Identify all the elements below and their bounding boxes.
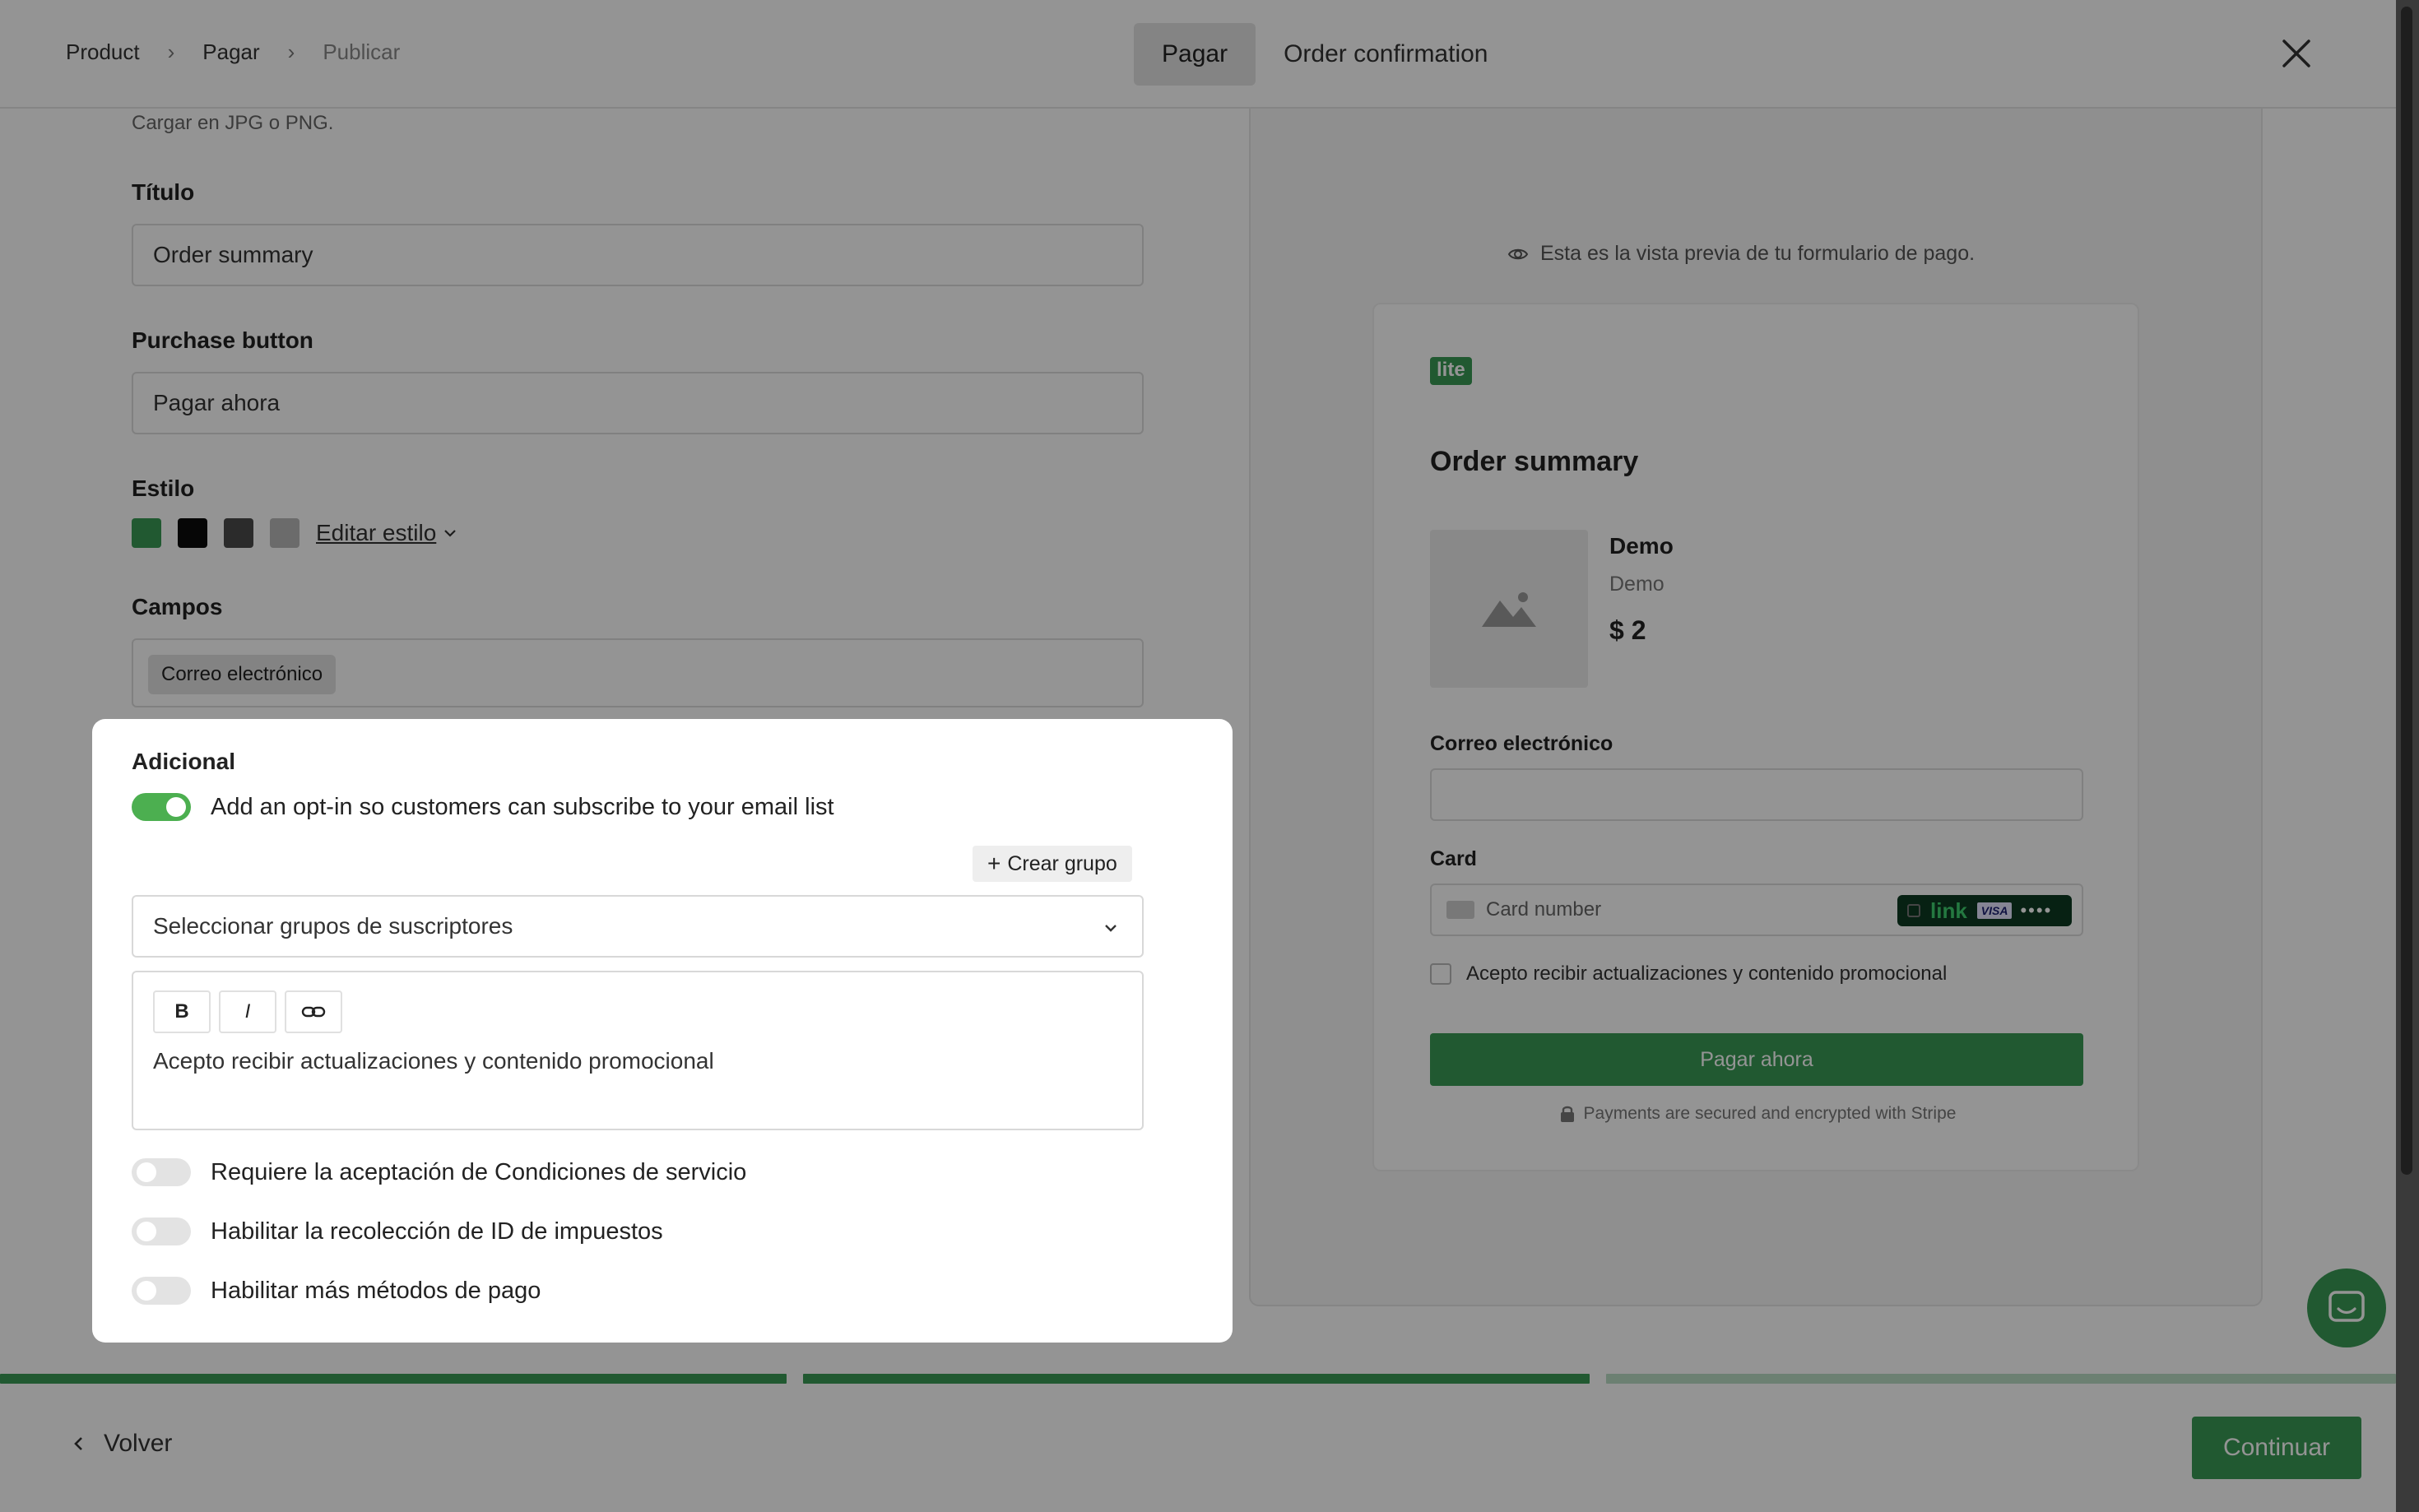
italic-button[interactable]: I	[219, 990, 276, 1033]
optin-toggle[interactable]	[132, 793, 191, 821]
toggle-knob	[137, 1222, 156, 1241]
payment-methods-label: Habilitar más métodos de pago	[211, 1277, 541, 1304]
link-button[interactable]	[285, 990, 342, 1033]
plus-icon: +	[987, 851, 1001, 876]
toggle-knob	[137, 1162, 156, 1182]
editor-toolbar: B I	[153, 990, 351, 1033]
create-group-button[interactable]: + Crear grupo	[973, 846, 1132, 882]
link-icon	[301, 1006, 326, 1018]
subscriber-groups-select[interactable]: Seleccionar grupos de suscriptores	[132, 895, 1144, 958]
tax-id-row: Habilitar la recolección de ID de impues…	[132, 1217, 663, 1245]
tax-id-label: Habilitar la recolección de ID de impues…	[211, 1217, 663, 1245]
tos-row: Requiere la aceptación de Condiciones de…	[132, 1158, 746, 1186]
tax-id-toggle[interactable]	[132, 1217, 191, 1245]
tos-toggle[interactable]	[132, 1158, 191, 1186]
additional-title: Adicional	[132, 749, 236, 774]
scrollbar-thumb[interactable]	[2401, 7, 2412, 1175]
toggle-knob	[137, 1281, 156, 1301]
optin-editor-text[interactable]: Acepto recibir actualizaciones y conteni…	[153, 1048, 714, 1074]
tos-label: Requiere la aceptación de Condiciones de…	[211, 1158, 747, 1185]
payment-methods-toggle[interactable]	[132, 1277, 191, 1305]
subscriber-groups-placeholder: Seleccionar grupos de suscriptores	[153, 913, 513, 939]
chevron-down-icon	[1105, 925, 1117, 932]
toggle-knob	[166, 797, 186, 817]
optin-label: Add an opt-in so customers can subscribe…	[211, 793, 834, 820]
bold-button[interactable]: B	[153, 990, 211, 1033]
additional-options-popover: Adicional Add an opt-in so customers can…	[92, 719, 1233, 1343]
create-group-label: Crear grupo	[1007, 851, 1117, 875]
payment-methods-row: Habilitar más métodos de pago	[132, 1277, 541, 1305]
optin-text-editor[interactable]: B I Acepto recibir actualizaciones y con…	[132, 971, 1144, 1130]
optin-row: Add an opt-in so customers can subscribe…	[132, 793, 834, 821]
